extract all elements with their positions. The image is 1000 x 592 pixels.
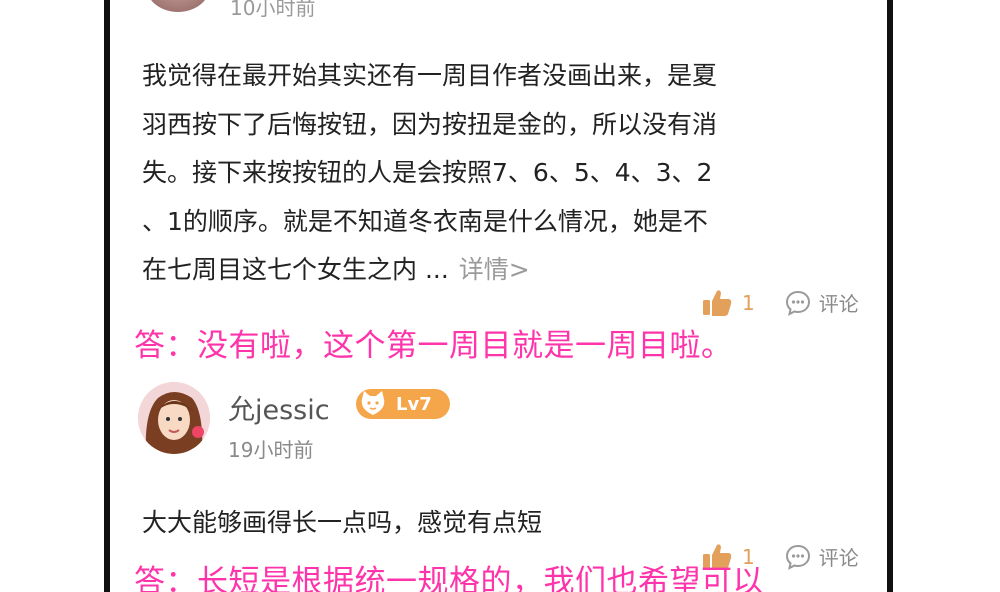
avatar[interactable] [138, 382, 210, 454]
comment-time: 10小时前 [230, 0, 316, 20]
comment-bubble-icon[interactable] [785, 290, 811, 316]
comment-line: 失。接下来按按钮的人是会按照7、6、5、4、3、2 [142, 158, 713, 187]
right-border [887, 0, 893, 592]
comment-body: 大大能够画得长一点吗，感觉有点短 [142, 508, 543, 537]
level-badge: Lv7 [356, 389, 450, 419]
author-reply: 答：没有啦，这个第一周目就是一周目啦。 [134, 328, 733, 364]
comment-truncated-text: 在七周目这七个女生之内 ... [142, 255, 449, 284]
comment-line: 我觉得在最开始其实还有一周目作者没画出来，是夏 [142, 61, 718, 90]
author-reply: 答：长短是根据统一规格的，我们也希望可以 [134, 564, 764, 592]
comment-button-label[interactable]: 评论 [819, 542, 859, 571]
comment-button-label[interactable]: 评论 [819, 288, 859, 317]
comment-time: 19小时前 [228, 438, 314, 462]
comment-line: 、1的顺序。就是不知道冬衣南是什么情况，她是不 [142, 206, 708, 236]
comment-bubble-icon[interactable] [785, 544, 811, 570]
comment-panel: 10小时前 我觉得在最开始其实还有一周目作者没画出来，是夏 羽西按下了后悔按钮，… [110, 0, 887, 592]
details-link[interactable]: 详情> [459, 255, 530, 284]
avatar-image [138, 382, 210, 454]
comment-actions: 1 评论 [702, 288, 859, 317]
username[interactable]: 允jessic [228, 388, 330, 427]
thumbs-up-icon[interactable] [702, 289, 732, 317]
avatar[interactable] [146, 0, 210, 12]
comment-body: 我觉得在最开始其实还有一周目作者没画出来，是夏 羽西按下了后悔按钮，因为按扭是金… [142, 52, 842, 295]
cat-face-icon [361, 391, 385, 415]
like-count: 1 [742, 290, 755, 315]
level-label: Lv7 [396, 393, 432, 415]
comment-line: 羽西按下了后悔按钮，因为按扭是金的，所以没有消 [142, 109, 718, 139]
